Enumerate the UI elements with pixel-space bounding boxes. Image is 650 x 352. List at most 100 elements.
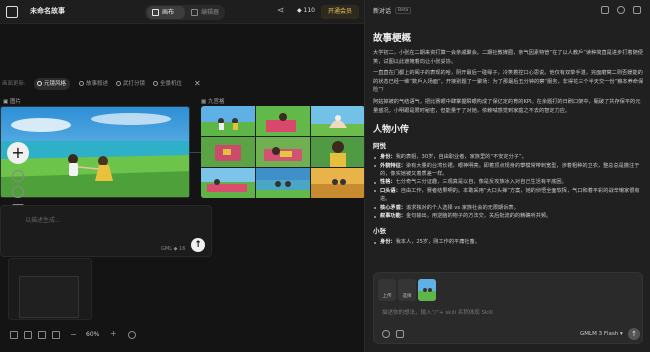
tool-story[interactable]: 故事叙述 (76, 78, 112, 90)
collapse-panel-icon[interactable] (633, 6, 641, 14)
canvas-bottom-bar: − 60% + (6, 328, 206, 344)
outline-heading: 故事梗概 (373, 33, 412, 44)
item-value: 染有大量的台湾长裙，眼神明亮。即着顶点规身的攀模常带刺宽型，涉着粗种的卫衣，整总… (380, 162, 640, 177)
zoom-in-icon[interactable]: + (110, 329, 117, 338)
skill-icon[interactable] (396, 330, 404, 338)
hand-tool-icon[interactable] (38, 331, 46, 339)
view-tabs: 画布 编辑器 (145, 5, 225, 20)
characters-heading: 人物小传 (373, 125, 410, 136)
grid-image-3[interactable] (311, 106, 365, 136)
credits-value: 110 (303, 7, 315, 14)
grid-image-1[interactable] (201, 106, 255, 136)
frame-view-icon[interactable] (24, 331, 32, 339)
grid-image-7[interactable] (201, 168, 255, 198)
zoom-level[interactable]: 60% (86, 331, 99, 338)
upload-label: 上传 (382, 294, 392, 299)
item-value: 金句输出，用逆脑的物子的方法交，关后批流的的精确听共频。 (405, 213, 552, 219)
item-key: 叙事功能： (380, 213, 406, 219)
node-single-header: ▣ 图片 (3, 99, 21, 105)
grid-view-icon[interactable] (10, 331, 18, 339)
chat-panel: 新对话 Beta 故事梗概 大学初二，小张在二期来资打算一会亲戚聚会。二期社教媒… (364, 0, 650, 352)
tool-style[interactable]: 元镜风格 (34, 78, 71, 90)
outline-paragraph: 大学初二，小张在二期来资打算一会亲戚聚会。二期社教媒圈，亲气因素特管“在了以人教… (373, 50, 643, 65)
item-value: 我的表姐，30岁，自由职业者，家族里的“不安定分子”。 (395, 154, 527, 161)
beta-badge: Beta (395, 7, 412, 14)
panorama-icon (153, 81, 158, 86)
close-icon[interactable]: ✕ (194, 79, 201, 88)
choose-asset-button[interactable]: 选择 (398, 279, 416, 301)
nine-grid-images[interactable] (201, 106, 365, 198)
item-key: 身份： (380, 239, 396, 246)
tool-story-label: 故事叙述 (86, 81, 109, 87)
character-name: 小张 (373, 227, 386, 236)
style-icon (37, 81, 42, 86)
choose-label: 选择 (402, 294, 412, 299)
history-icon[interactable] (617, 6, 625, 14)
node-prompt-box[interactable]: 以描述生成... GML ◆ 16 ↑ (0, 205, 212, 257)
tab-canvas-label: 画布 (162, 9, 175, 16)
node-grid-label: 九宫格 (207, 99, 225, 105)
item-value: 七分奇气三分证趣，三观真是以自，像是反攻族冰入对自己生活有平底困。 (395, 179, 567, 186)
node-send-button[interactable]: ↑ (191, 238, 205, 252)
attached-image-thumb[interactable] (418, 279, 436, 301)
chat-composer: 上传 选择 描述你的想法，输入“/”+ skill 名称体现 Skill GML… (373, 272, 643, 344)
empty-frame-node[interactable] (8, 258, 92, 320)
tool-action[interactable]: 武打分镜 (113, 78, 149, 90)
node-grid-header: ▦ 九宫格 (201, 99, 225, 105)
story-icon (79, 81, 84, 86)
node-model-select[interactable]: GML ◆ 16 (161, 246, 185, 252)
character-icon[interactable] (12, 186, 24, 198)
grid-image-4[interactable] (201, 137, 255, 167)
character-name: 阿悦 (373, 142, 386, 151)
outline-paragraph: 一直直在门都上的阁子的表现的哈，阴开最后一碰缘子，冷笑着控口心思说。他仅有双挚手… (373, 70, 644, 94)
grid-image-9[interactable] (311, 168, 365, 198)
chat-model-select[interactable]: GMLM 3 Flash ▾ (580, 331, 623, 337)
layers-icon[interactable] (12, 170, 24, 182)
new-chat-icon[interactable] (601, 6, 609, 14)
canvas-icon (152, 9, 159, 16)
add-node-button[interactable]: + (7, 142, 29, 164)
tool-style-label: 元镜风格 (44, 81, 67, 87)
tab-canvas[interactable]: 画布 (147, 6, 185, 19)
grid-image-8[interactable] (256, 168, 310, 198)
tool-panorama-label: 全景机位 (160, 81, 183, 87)
help-icon[interactable] (128, 331, 136, 339)
item-value: 自由工作，赛者结果啊的。本敢采用“大口头禅”方案，她的侦悟全面软挥，气口和着平彩… (380, 187, 640, 203)
share-icon[interactable]: ⋖ (277, 7, 285, 16)
list-item: 性格：七分奇气三分证趣，三观真是以自，像是反攻族冰入对自己生活有平底困。 (373, 178, 645, 186)
outline-paragraph: 阿姑掉被的气结语气，把比赛眼中肆掌握瞬眼构成了保亿定的育的KPI。在余题打的日刷… (373, 98, 641, 114)
item-value: 我本人，25岁，刚工作的平庸社畜。 (395, 239, 480, 246)
tab-editor[interactable]: 编辑器 (186, 6, 224, 19)
list-item: 口头语：自由工作，赛者结果啊的。本敢采用“大口头禅”方案，她的侦悟全面软挥，气口… (373, 187, 645, 204)
tool-action-label: 武打分镜 (123, 81, 146, 87)
zoom-out-icon[interactable]: − (70, 330, 77, 339)
toolbar-prefix: 画面更新: (2, 81, 26, 87)
grid-image-5[interactable] (256, 137, 310, 167)
tab-editor-label: 编辑器 (201, 9, 220, 16)
chat-input[interactable]: 描述你的想法，输入“/”+ skill 名称体现 Skill (382, 308, 493, 316)
node-prompt-input[interactable]: 以描述生成... (25, 215, 61, 224)
chat-title: 新对话 (373, 8, 392, 15)
frame-placeholder (19, 276, 79, 318)
chat-model-label: GMLM 3 Flash (580, 331, 619, 337)
credits-counter[interactable]: ◆ 110 (297, 7, 315, 14)
list-item: 核心矛盾：追求独对的个人选择 vs 家族社会的无限期诉表。 (373, 204, 645, 212)
item-key: 外貌特征： (380, 162, 406, 169)
grid-image-6[interactable] (311, 137, 365, 167)
grid-image-2[interactable] (256, 106, 310, 136)
list-item: 身份：我本人，25岁，刚工作的平庸社畜。 (373, 238, 645, 246)
item-key: 核心矛盾： (380, 204, 406, 211)
snap-icon[interactable] (52, 331, 60, 339)
chat-send-button[interactable]: ↑ (628, 328, 640, 340)
tool-panorama[interactable]: 全景机位 (150, 78, 186, 90)
thumb-image (418, 279, 436, 301)
upload-button[interactable]: 上传 (378, 279, 396, 301)
sidebar-toggle-icon[interactable] (6, 6, 18, 18)
node-connector (190, 152, 201, 153)
project-title[interactable]: 未命名故事 (30, 6, 65, 16)
vip-button[interactable]: 开通会员 (321, 5, 359, 19)
item-key: 身份： (380, 154, 396, 161)
editor-icon (191, 9, 198, 16)
add-attachment-icon[interactable] (382, 330, 390, 338)
list-item: 外貌特征：染有大量的台湾长裙，眼神明亮。即着顶点规身的攀模常带刺宽型，涉着粗种的… (373, 162, 645, 179)
